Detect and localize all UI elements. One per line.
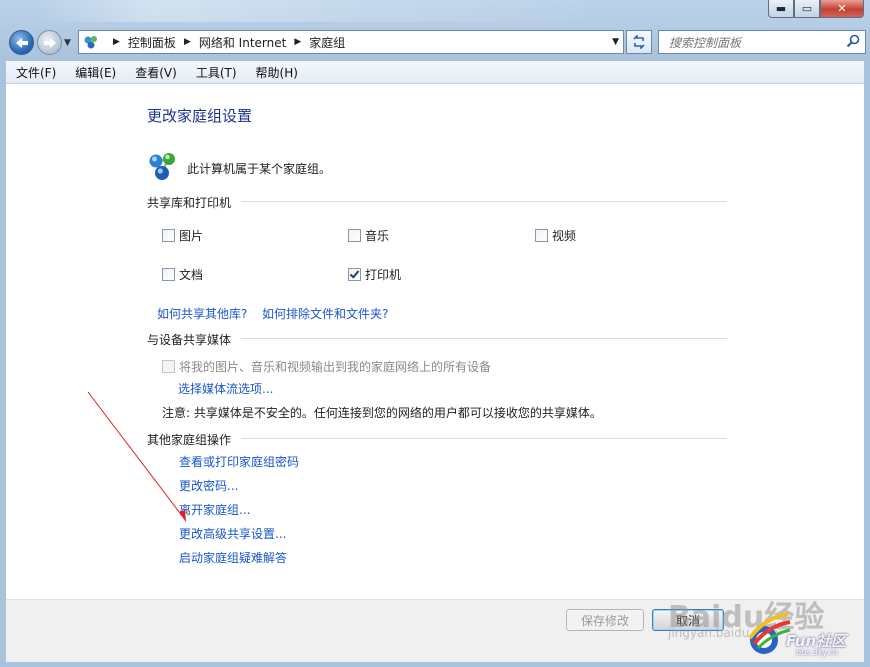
search-box <box>658 30 866 54</box>
refresh-icon <box>633 35 645 49</box>
breadcrumb-homegroup[interactable]: 家庭组 <box>309 34 345 51</box>
save-changes-button[interactable]: 保存修改 <box>566 609 644 631</box>
address-dropdown-icon[interactable]: ▼ <box>612 37 619 47</box>
forward-button[interactable] <box>37 30 62 55</box>
checkbox-label: 音乐 <box>365 229 390 243</box>
link-exclude-files[interactable]: 如何排除文件和文件夹? <box>262 305 388 322</box>
chevron-right-icon[interactable]: ▶ <box>184 37 191 47</box>
chevron-right-icon[interactable]: ▶ <box>113 37 120 47</box>
checkbox-box[interactable] <box>162 229 175 242</box>
content-pane <box>6 84 864 599</box>
cancel-button[interactable]: 取消 <box>652 609 724 631</box>
checkbox-music[interactable]: 音乐 <box>348 227 389 244</box>
button-bar <box>6 599 864 662</box>
divider <box>241 201 727 202</box>
menu-help[interactable]: 帮助(H) <box>246 64 307 81</box>
divider <box>241 338 727 339</box>
checkbox-box[interactable] <box>535 229 548 242</box>
checkbox-label: 视频 <box>552 229 577 243</box>
caption-buttons: ▬ ▭ ✕ <box>768 0 864 20</box>
breadcrumb: ▶ 控制面板 ▶ 网络和 Internet ▶ 家庭组 <box>105 34 345 51</box>
recent-pages-dropdown-icon[interactable]: ▼ <box>64 38 71 48</box>
checkbox-box[interactable] <box>348 229 361 242</box>
checkbox-label: 打印机 <box>365 268 402 282</box>
search-icon[interactable] <box>846 34 860 48</box>
section-heading-media: 与设备共享媒体 <box>147 333 232 347</box>
checkbox-label: 图片 <box>179 229 204 243</box>
link-leave-homegroup[interactable]: 离开家庭组... <box>179 501 250 518</box>
control-panel-icon <box>83 34 99 50</box>
maximize-button[interactable]: ▭ <box>794 0 820 18</box>
link-change-password[interactable]: 更改密码... <box>179 477 238 494</box>
section-heading-sharing: 共享库和打印机 <box>147 196 232 210</box>
breadcrumb-control-panel[interactable]: 控制面板 <box>128 34 176 51</box>
menu-edit[interactable]: 编辑(E) <box>65 64 125 81</box>
section-heading-other-actions: 其他家庭组操作 <box>147 433 232 447</box>
homegroup-status-text: 此计算机属于某个家庭组。 <box>187 162 332 176</box>
checkbox-label: 将我的图片、音乐和视频输出到我的家庭网络上的所有设备 <box>179 360 492 374</box>
link-advanced-sharing-settings[interactable]: 更改高级共享设置... <box>179 525 286 542</box>
media-security-note: 注意: 共享媒体是不安全的。任何连接到您的网络的用户都可以接收您的共享媒体。 <box>162 406 602 420</box>
menu-view[interactable]: 查看(V) <box>125 64 186 81</box>
link-view-print-password[interactable]: 查看或打印家庭组密码 <box>179 453 299 470</box>
link-homegroup-troubleshooter[interactable]: 启动家庭组疑难解答 <box>179 549 287 566</box>
checkbox-documents[interactable]: 文档 <box>162 266 203 283</box>
menu-tools[interactable]: 工具(T) <box>186 64 246 81</box>
homegroup-icon <box>147 151 179 181</box>
checkbox-pictures[interactable]: 图片 <box>162 227 203 244</box>
minimize-button[interactable]: ▬ <box>768 0 794 18</box>
back-button[interactable] <box>9 30 34 55</box>
title-bar <box>40 0 600 22</box>
address-bar[interactable]: ▶ 控制面板 ▶ 网络和 Internet ▶ 家庭组 ▼ <box>78 30 624 54</box>
menu-file[interactable]: 文件(F) <box>6 64 65 81</box>
page-title: 更改家庭组设置 <box>147 107 253 125</box>
checkbox-videos[interactable]: 视频 <box>535 227 576 244</box>
checkbox-box[interactable] <box>162 268 175 281</box>
link-share-other-libraries[interactable]: 如何共享其他库? <box>157 305 247 322</box>
checkbox-printers[interactable]: 打印机 <box>348 266 401 283</box>
checkbox-box-disabled[interactable] <box>162 360 175 373</box>
link-media-streaming-options[interactable]: 选择媒体流选项... <box>178 380 273 397</box>
checkbox-box-checked[interactable] <box>348 268 361 281</box>
search-input[interactable] <box>667 32 841 54</box>
refresh-button[interactable] <box>626 30 652 54</box>
divider <box>241 438 727 439</box>
breadcrumb-network-internet[interactable]: 网络和 Internet <box>199 34 286 51</box>
checkbox-stream-media[interactable]: 将我的图片、音乐和视频输出到我的家庭网络上的所有设备 <box>162 358 491 375</box>
close-button[interactable]: ✕ <box>820 0 864 18</box>
menu-bar: 文件(F) 编辑(E) 查看(V) 工具(T) 帮助(H) <box>6 61 864 84</box>
window-frame: ▬ ▭ ✕ ▼ ▶ 控制面板 ▶ 网络和 Internet ▶ 家庭组 ▼ 文 <box>0 0 870 667</box>
arrow-right-icon <box>43 37 56 48</box>
arrow-left-icon <box>15 37 28 48</box>
chevron-right-icon[interactable]: ▶ <box>294 37 301 47</box>
checkbox-label: 文档 <box>179 268 204 282</box>
